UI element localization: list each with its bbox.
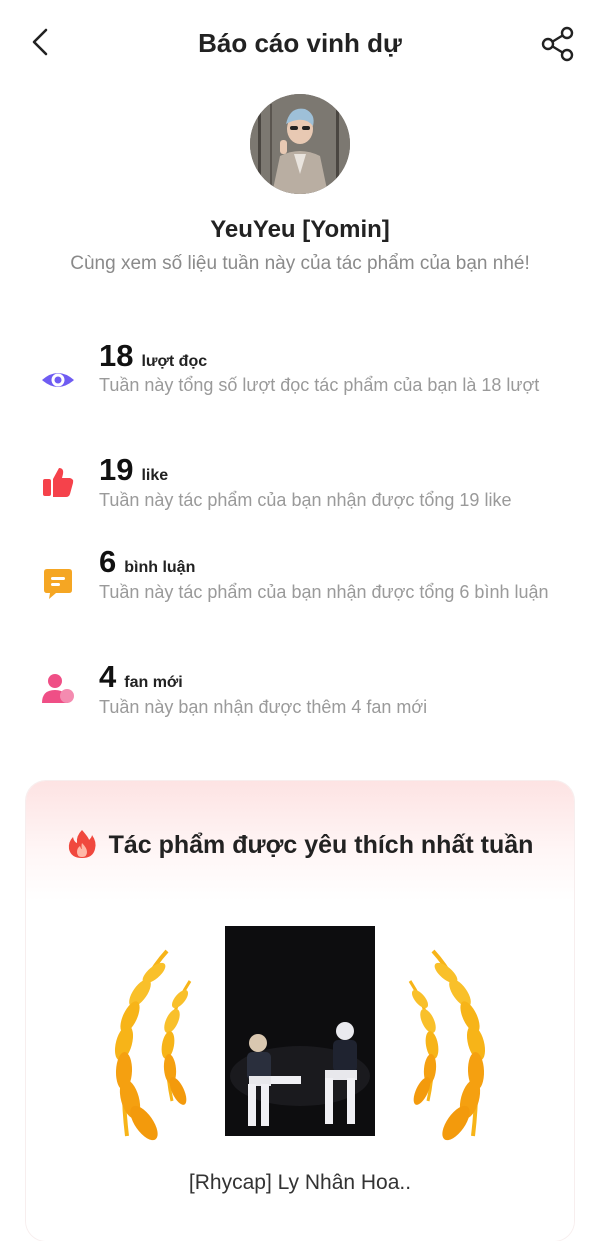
thumbs-up-icon	[40, 464, 76, 500]
header-bar: Báo cáo vinh dự	[0, 0, 600, 90]
comment-icon	[40, 566, 76, 602]
stat-description: Tuần này tác phẩm của bạn nhận được tổng…	[99, 582, 549, 602]
stat-number: 6	[99, 544, 117, 579]
stat-number: 18	[99, 338, 134, 373]
card-title-text: Tác phẩm được yêu thích nhất tuần	[108, 831, 534, 859]
share-button[interactable]	[538, 24, 578, 64]
stat-number: 19	[99, 452, 134, 487]
favorite-work-card: Tác phẩm được yêu thích nhất tuần [Rhyca…	[26, 781, 574, 1241]
book-cover-image	[225, 926, 375, 1136]
stat-unit: fan mới	[124, 674, 183, 691]
fire-icon	[68, 830, 96, 858]
card-title: Tác phẩm được yêu thích nhất tuần	[26, 829, 574, 861]
user-icon	[40, 671, 76, 707]
avatar-image	[250, 94, 350, 194]
book-cover[interactable]	[225, 926, 375, 1136]
laurel-right-icon	[408, 949, 486, 1141]
stat-description: Tuần này tác phẩm của bạn nhận được tổng…	[99, 490, 512, 510]
stat-unit: bình luận	[124, 559, 196, 576]
avatar[interactable]	[250, 94, 350, 194]
username: YeuYeu [Yomin]	[210, 216, 390, 243]
laurel-left-icon	[114, 949, 192, 1141]
stat-number: 4	[99, 659, 117, 694]
profile-subtitle: Cùng xem số liệu tuần này của tác phẩm c…	[70, 253, 530, 274]
stat-description: Tuần này tổng số lượt đọc tác phẩm của b…	[99, 375, 540, 395]
eye-icon	[40, 362, 76, 398]
book-title[interactable]: [Rhycap] Ly Nhân Hoa..	[26, 1169, 574, 1197]
stat-unit: like	[141, 467, 169, 484]
stat-unit: lượt đọc	[141, 353, 208, 370]
page-title: Báo cáo vinh dự	[198, 28, 402, 58]
stat-description: Tuần này bạn nhận được thêm 4 fan mới	[99, 697, 428, 717]
share-icon	[541, 26, 574, 62]
